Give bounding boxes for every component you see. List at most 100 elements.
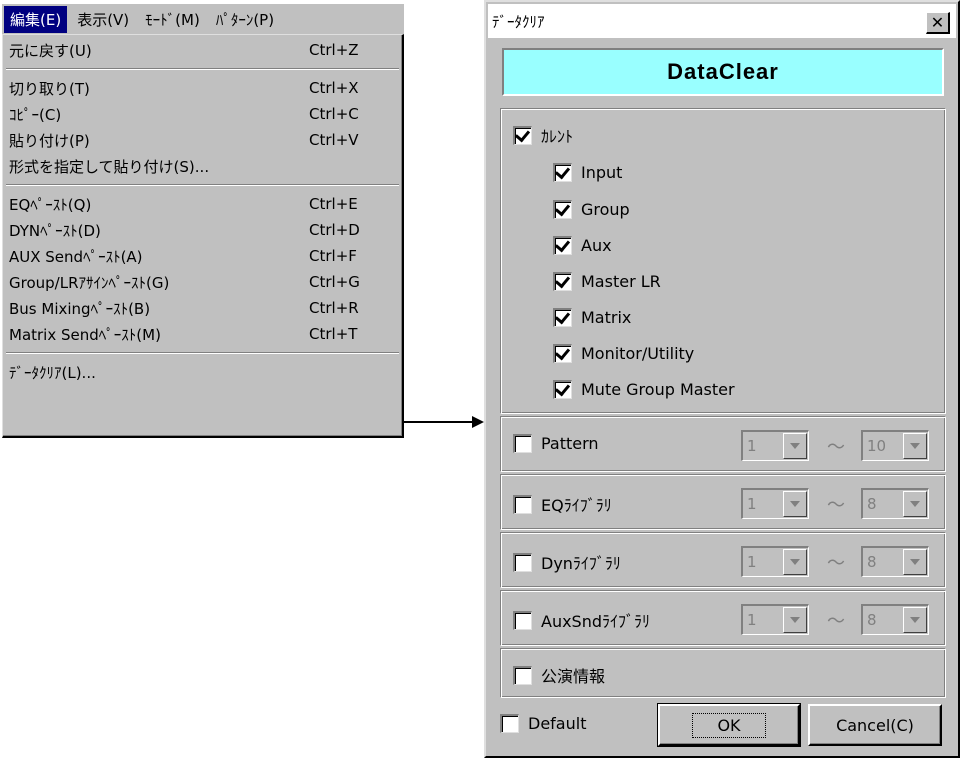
menu-separator (3, 179, 402, 191)
dyn-library-checkbox[interactable] (513, 552, 532, 572)
aux-checkbox[interactable] (553, 236, 572, 255)
menu-item-label: 元に戻す(U) (9, 41, 92, 60)
chevron-down-icon[interactable] (903, 433, 927, 459)
input-checkbox-row[interactable]: Input (553, 163, 622, 182)
menu-item-eq-paste[interactable]: EQﾍﾟｰｽﾄ(Q) Ctrl+E (3, 191, 402, 217)
default-checkbox[interactable] (500, 714, 519, 733)
monitor-utility-checkbox[interactable] (553, 344, 572, 363)
menu-item-shortcut: Ctrl+Z (309, 41, 359, 59)
select-value: 8 (867, 553, 877, 571)
mute-group-master-checkbox-row[interactable]: Mute Group Master (553, 380, 735, 399)
auxsnd-library-from-select[interactable]: 1 (741, 604, 809, 635)
close-button[interactable]: ✕ (926, 12, 950, 34)
pattern-to-select[interactable]: 10 (861, 430, 929, 461)
select-value: 8 (867, 495, 877, 513)
data-clear-dialog: ﾃﾞｰﾀｸﾘｱ ✕ DataClear ｶﾚﾝﾄ Input Group Aux… (484, 0, 960, 758)
current-group: ｶﾚﾝﾄ Input Group Aux Master LR Matrix Mo… (500, 108, 946, 414)
menu-item-label: 貼り付け(P) (9, 131, 90, 150)
menu-item-undo[interactable]: 元に戻す(U) Ctrl+Z (3, 37, 402, 63)
chevron-down-icon[interactable] (783, 607, 807, 633)
select-value: 1 (747, 553, 757, 571)
menu-item-paste[interactable]: 貼り付け(P) Ctrl+V (3, 127, 402, 153)
pattern-checkbox[interactable] (513, 434, 532, 453)
master-lr-checkbox-row[interactable]: Master LR (553, 272, 661, 291)
chevron-down-icon[interactable] (903, 549, 927, 575)
auxsnd-library-checkbox-row[interactable]: AuxSndﾗｲﾌﾞﾗﾘ (513, 608, 650, 632)
dyn-library-checkbox-row[interactable]: Dynﾗｲﾌﾞﾗﾘ (513, 550, 621, 574)
range-separator: 〜 (827, 495, 845, 516)
auxsnd-library-to-select[interactable]: 8 (861, 604, 929, 635)
select-value: 1 (747, 437, 757, 455)
menu-item-shortcut: Ctrl+D (309, 221, 360, 239)
cancel-button[interactable]: Cancel(C) (808, 704, 942, 746)
master-lr-checkbox[interactable] (553, 272, 572, 291)
chevron-down-icon[interactable] (783, 491, 807, 517)
eq-library-to-select[interactable]: 8 (861, 488, 929, 519)
chevron-down-icon[interactable] (903, 607, 927, 633)
dyn-library-from-select[interactable]: 1 (741, 546, 809, 577)
menu-item-data-clear[interactable]: ﾃﾞｰﾀｸﾘｱ(L)... (3, 359, 402, 385)
eq-library-from-select[interactable]: 1 (741, 488, 809, 519)
checkbox-label: ｶﾚﾝﾄ (541, 127, 574, 146)
menu-item-shortcut: Ctrl+R (309, 299, 359, 317)
menu-edit[interactable]: 編集(E) (4, 5, 68, 33)
current-checkbox[interactable] (513, 125, 532, 145)
chevron-down-icon[interactable] (903, 491, 927, 517)
menu-item-bus-paste[interactable]: Bus Mixingﾍﾟｰｽﾄ(B) Ctrl+R (3, 295, 402, 321)
menu-item-group-paste[interactable]: Group/LRｱｻｲﾝﾍﾟｰｽﾄ(G) Ctrl+G (3, 269, 402, 295)
auxsnd-library-checkbox[interactable] (513, 610, 532, 630)
edit-menu-dropdown: 元に戻す(U) Ctrl+Z 切り取り(T) Ctrl+X ｺﾋﾟｰ(C) Ct… (2, 34, 404, 438)
chevron-down-icon[interactable] (783, 549, 807, 575)
checkbox-label: Master LR (581, 272, 661, 291)
dyn-library-group: Dynﾗｲﾌﾞﾗﾘ 1 〜 8 (500, 532, 946, 588)
checkbox-label: Monitor/Utility (581, 344, 695, 363)
checkbox-label: Mute Group Master (581, 380, 735, 399)
dialog-titlebar[interactable]: ﾃﾞｰﾀｸﾘｱ ✕ (488, 4, 956, 38)
eq-library-checkbox[interactable] (513, 494, 532, 514)
menu-item-matrix-paste[interactable]: Matrix Sendﾍﾟｰｽﾄ(M) Ctrl+T (3, 321, 402, 347)
input-checkbox[interactable] (553, 163, 572, 182)
mute-group-master-checkbox[interactable] (553, 380, 572, 399)
menu-mode[interactable]: ﾓｰﾄﾞ(M) (139, 6, 206, 33)
dyn-library-to-select[interactable]: 8 (861, 546, 929, 577)
menu-item-cut[interactable]: 切り取り(T) Ctrl+X (3, 75, 402, 101)
close-icon: ✕ (930, 12, 945, 32)
menu-item-shortcut: Ctrl+G (309, 273, 360, 291)
checkbox-label: AuxSndﾗｲﾌﾞﾗﾘ (541, 612, 651, 631)
checkbox-label: Dynﾗｲﾌﾞﾗﾘ (541, 554, 621, 573)
monitor-utility-checkbox-row[interactable]: Monitor/Utility (553, 344, 694, 363)
menu-item-shortcut: Ctrl+T (309, 325, 358, 343)
group-checkbox-row[interactable]: Group (553, 200, 630, 219)
menu-separator (3, 347, 402, 359)
menu-item-shortcut: Ctrl+E (309, 195, 358, 213)
menu-pattern[interactable]: ﾊﾟﾀｰﾝ(P) (210, 6, 280, 33)
ok-button[interactable]: OK (657, 703, 801, 747)
select-value: 8 (867, 611, 877, 629)
performance-info-checkbox-row[interactable]: 公演情報 (513, 663, 605, 687)
eq-library-checkbox-row[interactable]: EQﾗｲﾌﾞﾗﾘ (513, 492, 612, 516)
aux-checkbox-row[interactable]: Aux (553, 236, 612, 255)
checkbox-label: Pattern (541, 434, 599, 453)
group-checkbox[interactable] (553, 200, 572, 219)
default-checkbox-row[interactable]: Default (500, 714, 586, 733)
callout-arrow (404, 416, 484, 428)
select-value: 10 (867, 437, 887, 455)
select-value: 1 (747, 611, 757, 629)
pattern-checkbox-row[interactable]: Pattern (513, 434, 599, 453)
menu-item-copy[interactable]: ｺﾋﾟｰ(C) Ctrl+C (3, 101, 402, 127)
select-value: 1 (747, 495, 757, 513)
menu-item-dyn-paste[interactable]: DYNﾍﾟｰｽﾄ(D) Ctrl+D (3, 217, 402, 243)
performance-info-checkbox[interactable] (513, 665, 532, 685)
chevron-down-icon[interactable] (783, 433, 807, 459)
current-checkbox-row[interactable]: ｶﾚﾝﾄ (513, 123, 573, 147)
menu-view[interactable]: 表示(V) (71, 6, 135, 33)
matrix-checkbox[interactable] (553, 308, 572, 327)
menu-item-label: 形式を指定して貼り付け(S)... (9, 157, 210, 176)
pattern-from-select[interactable]: 1 (741, 430, 809, 461)
checkbox-label: 公演情報 (541, 667, 606, 686)
menu-item-aux-paste[interactable]: AUX Sendﾍﾟｰｽﾄ(A) Ctrl+F (3, 243, 402, 269)
eq-library-group: EQﾗｲﾌﾞﾗﾘ 1 〜 8 (500, 474, 946, 530)
menu-item-paste-special[interactable]: 形式を指定して貼り付け(S)... (3, 153, 402, 179)
matrix-checkbox-row[interactable]: Matrix (553, 308, 631, 327)
cancel-button-label: Cancel(C) (836, 715, 914, 735)
